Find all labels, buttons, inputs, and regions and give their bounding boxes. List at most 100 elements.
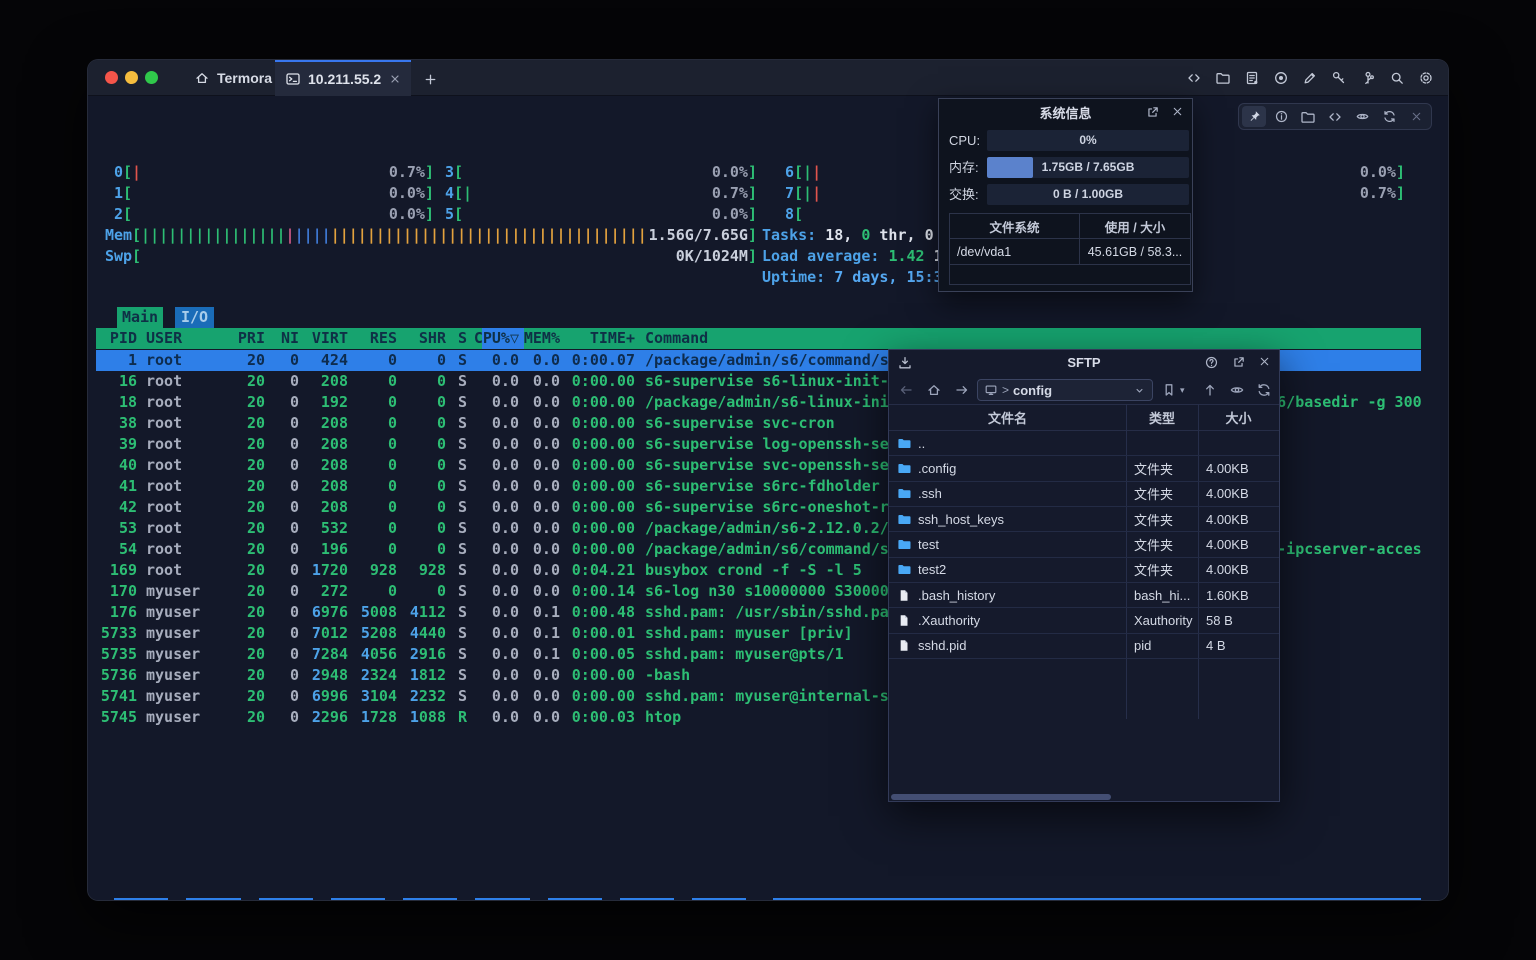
htop-tab-main[interactable]: Main	[117, 307, 163, 328]
file-row-.Xauthority[interactable]: .XauthorityXauthority58 B	[889, 608, 1279, 633]
help-icon[interactable]	[1204, 355, 1219, 370]
close-icon[interactable]	[1171, 105, 1184, 120]
fn-action-quit[interactable]: Quit	[773, 898, 827, 900]
column-header-cpu[interactable]: CPU%▽	[474, 328, 519, 349]
fn-action-nice+[interactable]: Nice +	[620, 898, 674, 900]
fn-key-f2[interactable]: F2	[168, 898, 186, 900]
fn-action-setup[interactable]: Setup	[186, 898, 240, 900]
column-header-command[interactable]: Command	[645, 328, 708, 349]
edit-icon[interactable]	[1301, 70, 1318, 87]
external-icon[interactable]	[1145, 105, 1160, 120]
sftp-table-header[interactable]: 文件名 类型 大小	[889, 404, 1279, 431]
home-icon[interactable]	[926, 382, 942, 398]
show-hidden-eye-icon[interactable]	[1229, 382, 1245, 398]
file-type: 文件夹	[1134, 560, 1173, 579]
column-header-user[interactable]: USER	[146, 328, 182, 349]
code-icon[interactable]	[1323, 106, 1347, 127]
log-file-icon[interactable]	[1243, 70, 1260, 87]
up-directory-icon[interactable]	[1202, 382, 1218, 398]
fn-action-sortby[interactable]: SortBy	[475, 898, 529, 900]
tab-session[interactable]: 10.211.55.2	[275, 60, 411, 96]
zoom-traffic-light[interactable]	[145, 71, 158, 84]
close-icon[interactable]	[1258, 355, 1271, 370]
search-icon[interactable]	[1388, 70, 1405, 87]
file-row-ssh_host_keys[interactable]: ssh_host_keys文件夹4.00KB	[889, 507, 1279, 532]
pin-icon[interactable]	[1242, 106, 1266, 127]
fn-action-help[interactable]: Help	[114, 898, 168, 900]
fn-action-search[interactable]: Search	[259, 898, 313, 900]
folder-icon[interactable]	[1296, 106, 1320, 127]
column-header-s[interactable]: S	[458, 328, 467, 349]
file-row-test2[interactable]: test2文件夹4.00KB	[889, 558, 1279, 583]
refresh-icon[interactable]	[1256, 382, 1272, 398]
file-name: test2	[918, 562, 946, 577]
info-icon[interactable]	[1269, 106, 1293, 127]
fn-action-filter[interactable]: Filter	[331, 898, 385, 900]
fn-action-tree[interactable]: Tree	[403, 898, 457, 900]
file-row-.bash_history[interactable]: .bash_historybash_hi...1.60KB	[889, 583, 1279, 608]
sftp-header[interactable]: SFTP	[889, 350, 1279, 376]
breadcrumb-separator: >	[1002, 383, 1009, 397]
fn-key-f5[interactable]: F5	[385, 898, 403, 900]
column-header-pri[interactable]: PRI	[238, 328, 265, 349]
chevron-down-icon[interactable]	[1133, 384, 1146, 397]
file-row-test[interactable]: test文件夹4.00KB	[889, 532, 1279, 557]
cpu-usage-row: CPU: 0%	[939, 130, 1192, 151]
process-table-header[interactable]: PID USER PRI NI VIRT RES SHR S CPU%▽MEM% TIME+ Com…	[96, 328, 1421, 349]
file-row-.config[interactable]: .config文件夹4.00KB	[889, 456, 1279, 481]
settings-icon[interactable]	[1417, 70, 1434, 87]
close-traffic-light[interactable]	[105, 71, 118, 84]
bookmark-icon[interactable]	[1161, 382, 1177, 398]
fn-action-kill[interactable]: Kill	[692, 898, 746, 900]
keychain-icon[interactable]	[1359, 70, 1376, 87]
column-header-shr[interactable]: SHR	[419, 328, 446, 349]
type-column-header[interactable]: 类型	[1126, 405, 1198, 430]
fn-key-f4[interactable]: F4	[313, 898, 331, 900]
record-icon[interactable]	[1272, 70, 1289, 87]
minimize-traffic-light[interactable]	[125, 71, 138, 84]
column-header-res[interactable]: RES	[370, 328, 397, 349]
new-tab-button[interactable]	[419, 68, 441, 90]
file-name: test	[918, 537, 939, 552]
fn-key-f3[interactable]: F3	[241, 898, 259, 900]
htop-tab-io[interactable]: I/O	[175, 307, 214, 328]
file-row-sshd.pid[interactable]: sshd.pidpid4 B	[889, 634, 1279, 659]
tab-close-icon[interactable]	[389, 73, 401, 85]
refresh-icon[interactable]	[1377, 106, 1401, 127]
fn-key-f1[interactable]: F1	[96, 898, 114, 900]
tab-session-label: 10.211.55.2	[308, 71, 381, 87]
filesystem-row[interactable]: /dev/vda1 45.61GB / 58.3...	[950, 239, 1190, 265]
eye-icon[interactable]	[1350, 106, 1374, 127]
tab-termora-home[interactable]: Termora	[180, 60, 286, 96]
column-header-ni[interactable]: NI	[281, 328, 299, 349]
sftp-toolbar: > config ▾	[889, 376, 1279, 404]
column-header-time[interactable]: TIME+	[590, 328, 635, 349]
horizontal-scrollbar[interactable]	[891, 794, 1111, 800]
path-breadcrumb[interactable]: > config	[977, 379, 1153, 401]
fn-key-f7[interactable]: F7	[530, 898, 548, 900]
back-icon[interactable]	[898, 382, 914, 398]
key-icon[interactable]	[1330, 70, 1347, 87]
fn-action-nice-[interactable]: Nice -	[548, 898, 602, 900]
column-header-pid[interactable]: PID	[110, 328, 137, 349]
external-icon[interactable]	[1231, 355, 1246, 370]
file-row-.ssh[interactable]: .ssh文件夹4.00KB	[889, 482, 1279, 507]
column-header-mem[interactable]: MEM%	[524, 328, 560, 349]
column-header-virt[interactable]: VIRT	[312, 328, 348, 349]
fn-key-f8[interactable]: F8	[602, 898, 620, 900]
filename-column-header[interactable]: 文件名	[889, 405, 1126, 430]
fn-key-f10[interactable]: F10	[746, 898, 773, 900]
terminal-icon	[285, 71, 301, 87]
forward-icon[interactable]	[954, 382, 970, 398]
filesystem-usage: 45.61GB / 58.3...	[1080, 239, 1190, 264]
folder-icon[interactable]	[1214, 70, 1231, 87]
fn-key-f9[interactable]: F9	[674, 898, 692, 900]
close-icon[interactable]	[1404, 106, 1428, 127]
memory-progress-text: 1.75GB / 7.65GB	[987, 157, 1189, 178]
swap-meter: Swp[0K/1024M]	[105, 246, 757, 267]
file-row-..[interactable]: ..	[889, 431, 1279, 456]
code-icon[interactable]	[1185, 70, 1202, 87]
bookmark-dropdown-icon[interactable]: ▾	[1180, 385, 1185, 396]
fn-key-f6[interactable]: F6	[457, 898, 475, 900]
size-column-header[interactable]: 大小	[1198, 405, 1279, 430]
